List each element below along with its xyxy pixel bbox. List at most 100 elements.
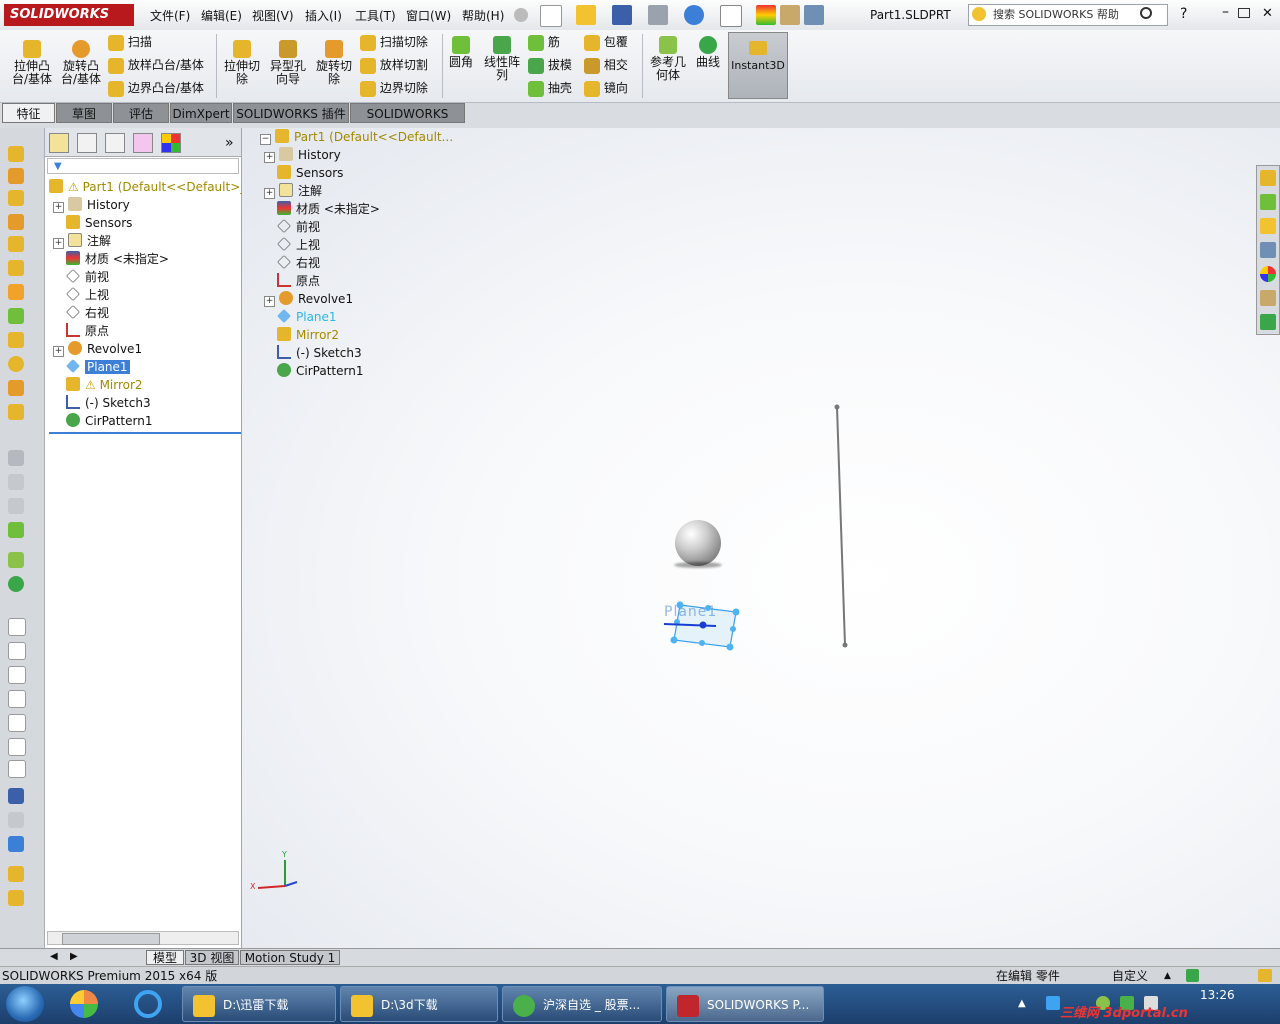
menu-help[interactable]: 帮助(H) — [462, 7, 504, 24]
graphics-area[interactable]: – ✕ −Part1 (Default<<Default... +History… — [242, 128, 1280, 948]
tab-sketch[interactable]: 草图 — [56, 103, 112, 123]
menu-window[interactable]: 窗口(W) — [406, 7, 451, 24]
draft-button[interactable]: 拔模 — [528, 57, 572, 74]
status-units[interactable]: 自定义 — [1112, 967, 1148, 985]
view-iso-icon[interactable] — [8, 760, 26, 778]
custom-properties-icon[interactable] — [1260, 290, 1276, 306]
curves-strip-icon[interactable] — [8, 576, 24, 592]
tray-network-icon[interactable] — [1046, 996, 1060, 1010]
save-icon[interactable] — [612, 5, 632, 25]
tab-motion-study[interactable]: Motion Study 1 — [240, 950, 340, 965]
cut-icon[interactable] — [8, 236, 24, 252]
tray-expand-icon[interactable]: ▲ — [1018, 998, 1026, 1009]
tree-filter-input[interactable]: ▼ — [47, 158, 239, 174]
plane-handle[interactable] — [670, 636, 678, 644]
linear-pattern-button[interactable]: 线性阵列 — [482, 36, 522, 82]
minimize-icon[interactable]: – — [1222, 4, 1229, 20]
tree-item-annotations[interactable]: + 注解 — [49, 232, 246, 250]
menu-file[interactable]: 文件(F) — [150, 7, 190, 24]
revolve-icon[interactable] — [8, 168, 24, 184]
tree-item-sensors[interactable]: Sensors — [49, 214, 246, 232]
taskbar-folder-3d[interactable]: D:\3d下载 — [340, 986, 498, 1022]
tree-item-top-plane[interactable]: 上视 — [49, 286, 246, 304]
close-icon[interactable]: ✕ — [1262, 6, 1273, 21]
tree-item-sketch3[interactable]: (-) Sketch3 — [49, 394, 246, 412]
shell-button[interactable]: 抽壳 — [528, 80, 572, 97]
tree-item-material[interactable]: 材质 <未指定> — [49, 250, 246, 268]
mirror-button[interactable]: 镜向 — [584, 80, 628, 97]
smart-dimension-icon[interactable] — [8, 812, 24, 828]
view-bottom-icon[interactable] — [8, 738, 26, 756]
tree-item-cirpattern1[interactable]: CirPattern1 — [49, 412, 246, 430]
property-manager-tab-icon[interactable] — [77, 133, 97, 153]
plane-handle[interactable] — [699, 640, 705, 646]
internet-explorer-icon[interactable] — [134, 990, 162, 1018]
revolve-boss-button[interactable]: 旋转凸台/基体 — [58, 40, 104, 86]
view-right-icon[interactable] — [8, 690, 26, 708]
taskbar-folder-thunder[interactable]: D:\迅雷下载 — [182, 986, 336, 1022]
fillet-button[interactable]: 圆角 — [446, 36, 476, 69]
start-button[interactable] — [6, 986, 44, 1022]
help-icon[interactable] — [1186, 969, 1199, 982]
hole-wizard-button[interactable]: 异型孔向导 — [268, 40, 308, 86]
tree-item-front-plane[interactable]: 前视 — [49, 268, 246, 286]
expand-icon[interactable]: + — [53, 346, 64, 357]
tab-addins[interactable]: SOLIDWORKS 插件 — [233, 103, 349, 123]
shape-icon[interactable] — [8, 380, 24, 396]
tab-features[interactable]: 特征 — [2, 103, 55, 123]
lofted-cut-button[interactable]: 放样切割 — [360, 57, 428, 74]
expand-icon[interactable]: + — [53, 238, 64, 249]
tab-evaluate[interactable]: 评估 — [113, 103, 169, 123]
view-back-icon[interactable] — [8, 642, 26, 660]
view-top-icon[interactable] — [8, 714, 26, 732]
sweep-button[interactable]: 扫描 — [108, 34, 152, 51]
revolve-cut-button[interactable]: 旋转切除 — [314, 40, 354, 86]
plane-handle[interactable] — [732, 608, 740, 616]
help-search-input[interactable]: 搜索 SOLIDWORKS 帮助 — [968, 4, 1168, 26]
reference-geometry-button[interactable]: 参考几何体 — [648, 36, 688, 82]
plane-handle[interactable] — [730, 626, 736, 632]
help-question-icon[interactable]: ? — [1180, 6, 1187, 22]
menu-view[interactable]: 视图(V) — [252, 7, 294, 24]
menu-insert[interactable]: 插入(I) — [305, 7, 342, 24]
rib-button[interactable]: 筋 — [528, 34, 560, 51]
combine-icon[interactable] — [8, 356, 24, 372]
wrap-button[interactable]: 包覆 — [584, 34, 628, 51]
relations-icon[interactable] — [8, 836, 24, 852]
open-folder-icon[interactable] — [576, 5, 596, 25]
sweep-icon[interactable] — [8, 190, 24, 206]
tree-item-plane1[interactable]: Plane1 — [49, 358, 246, 376]
intersect-button[interactable]: 相交 — [584, 57, 628, 74]
view-front-icon[interactable] — [8, 618, 26, 636]
plane-handle[interactable] — [726, 643, 734, 651]
appearances-icon[interactable] — [1260, 266, 1276, 282]
extrude-icon[interactable] — [8, 146, 24, 162]
tree-root-part[interactable]: ⚠ Part1 (Default<<Default>_ — [49, 178, 246, 196]
menu-tools[interactable]: 工具(T) — [355, 7, 396, 24]
tab-scroll-left-icon[interactable]: ◀ — [50, 951, 58, 962]
tab-mbd[interactable]: SOLIDWORKS MBD — [350, 103, 465, 141]
reference-geometry-strip-icon[interactable] — [8, 552, 24, 568]
tab-scroll-right-icon[interactable]: ▶ — [70, 951, 78, 962]
options-icon[interactable] — [804, 5, 824, 25]
extrude-boss-button[interactable]: 拉伸凸台/基体 — [8, 40, 56, 86]
forum-icon[interactable] — [1260, 314, 1276, 330]
feature-tree-tab-icon[interactable] — [49, 133, 69, 153]
boss-icon[interactable] — [8, 284, 24, 300]
pinned-app-icon[interactable] — [70, 990, 98, 1018]
undo-icon[interactable] — [684, 5, 704, 25]
configuration-manager-tab-icon[interactable] — [105, 133, 125, 153]
dimxpert-tab-icon[interactable] — [133, 133, 153, 153]
plane-center-point[interactable] — [699, 621, 707, 629]
pin-icon[interactable] — [514, 8, 528, 22]
fillet-strip-icon[interactable] — [8, 522, 24, 538]
extrude-cut-button[interactable]: 拉伸切除 — [222, 40, 262, 86]
design-library-icon[interactable] — [1260, 194, 1276, 210]
taskbar-solidworks[interactable]: SOLIDWORKS P... — [666, 986, 824, 1022]
rollback-bar[interactable] — [49, 432, 241, 434]
expand-icon[interactable]: + — [53, 202, 64, 213]
dome-icon[interactable] — [8, 332, 24, 348]
scroll-thumb[interactable] — [62, 933, 160, 945]
taskbar-browser[interactable]: 沪深自选 _ 股票... — [502, 986, 662, 1022]
macro-run-icon[interactable] — [8, 890, 24, 906]
